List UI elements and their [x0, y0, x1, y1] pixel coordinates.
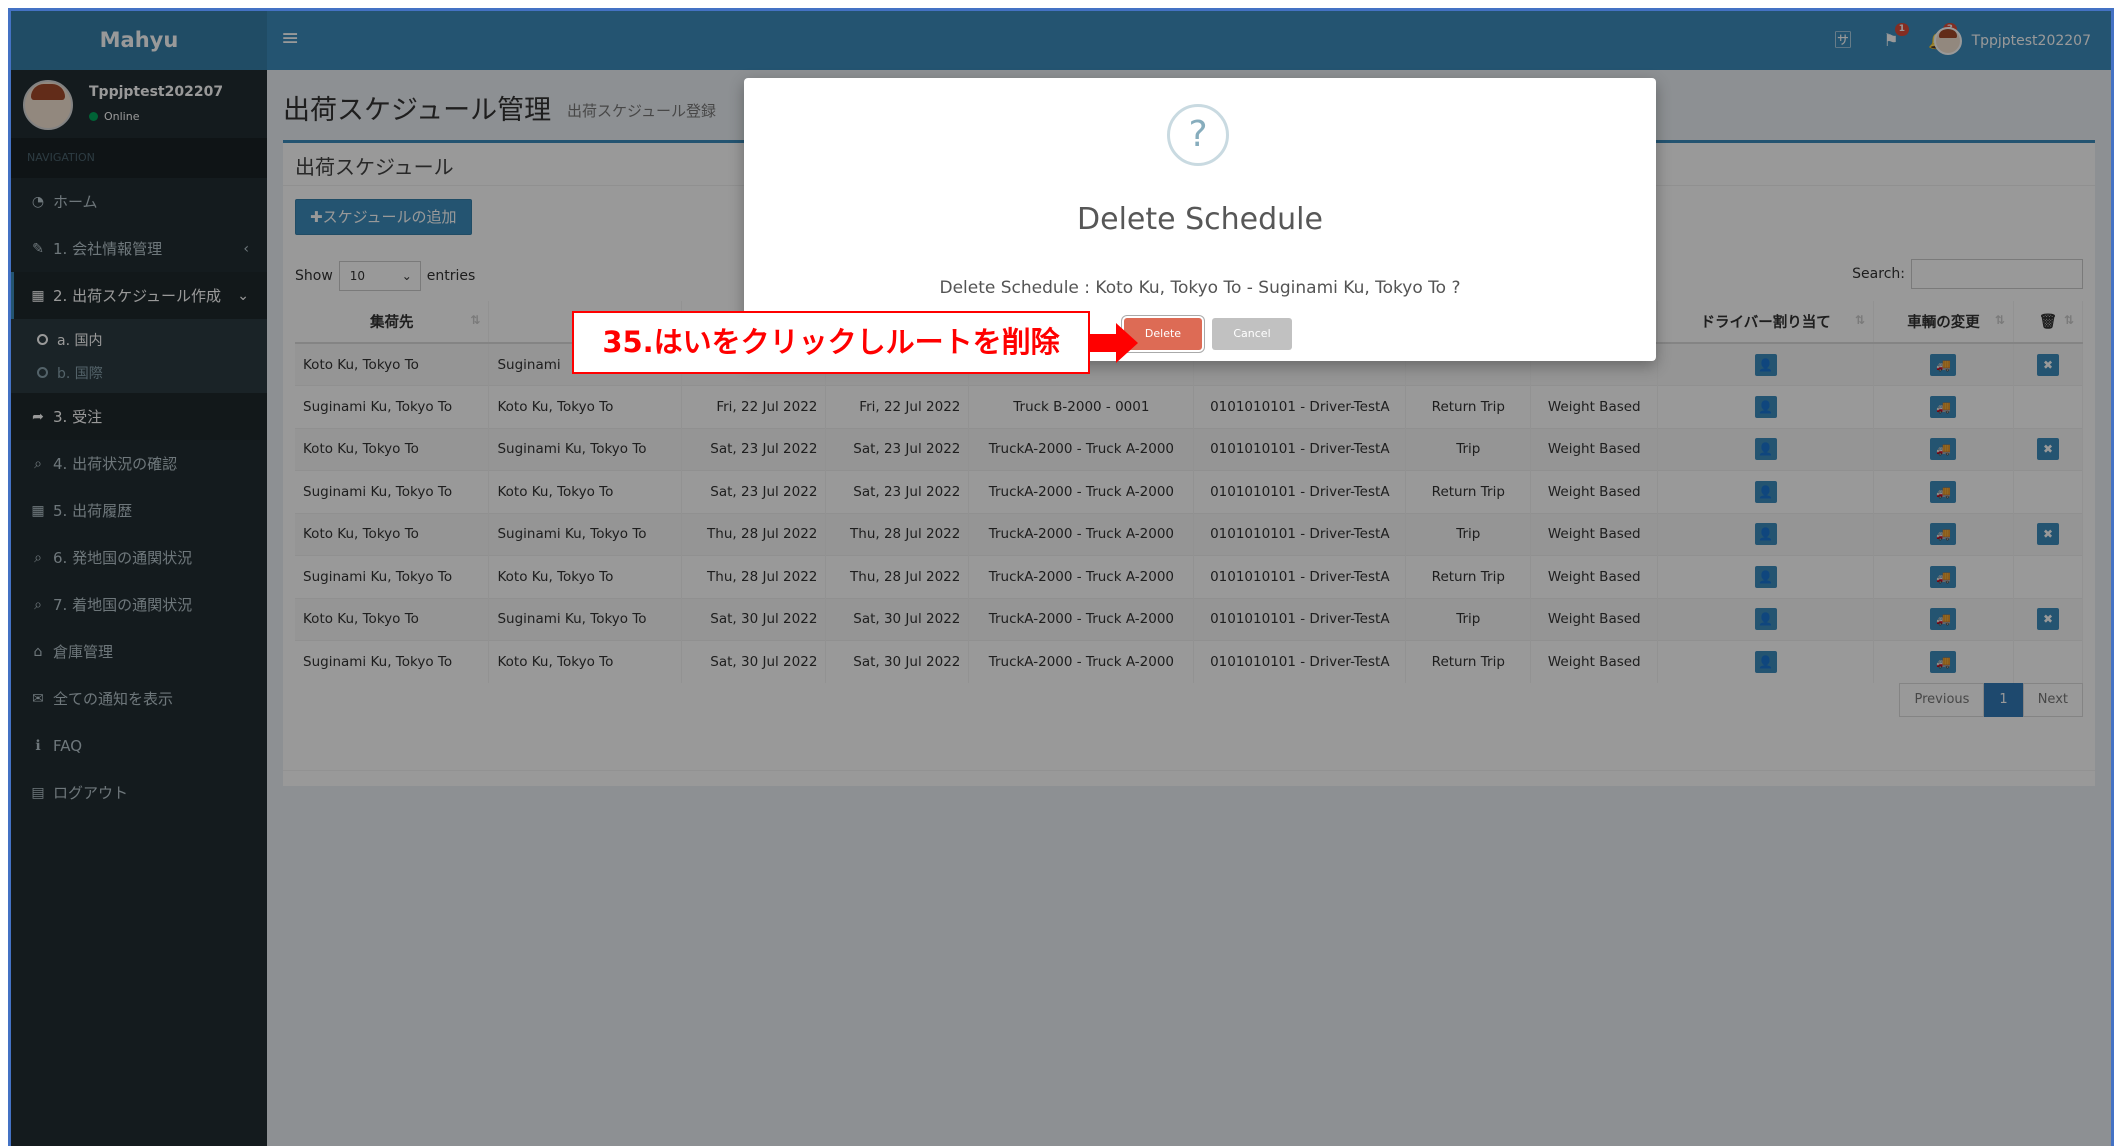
- dialog-title: Delete Schedule: [1077, 202, 1323, 237]
- question-icon: ?: [1167, 104, 1229, 166]
- dialog-message: Delete Schedule : Koto Ku, Tokyo To - Su…: [939, 278, 1461, 298]
- callout-arrow-icon: [1090, 323, 1138, 363]
- app-window: Mahyu ≡ 🈂 ⚑1 🔔3 Tppjptest202207 Tppjptes…: [8, 8, 2114, 1146]
- cancel-button[interactable]: Cancel: [1212, 318, 1292, 350]
- tutorial-callout: 35.はいをクリックしルートを削除: [572, 311, 1090, 374]
